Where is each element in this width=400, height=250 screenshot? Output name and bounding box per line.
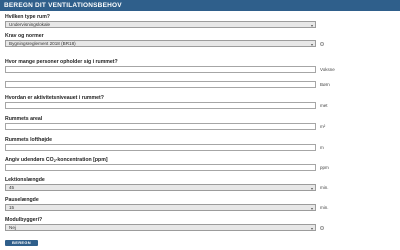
room-type-select[interactable]: Undervisningslokale ▾: [5, 21, 316, 28]
children-input[interactable]: [5, 81, 316, 88]
chevron-down-icon: ▾: [310, 185, 313, 191]
children-unit: Børn: [320, 82, 330, 87]
lesson-value: 45: [9, 185, 15, 190]
break-value: 15: [9, 205, 15, 210]
chevron-down-icon: ▾: [310, 225, 313, 231]
chevron-down-icon: ▾: [310, 41, 313, 47]
modular-label: Modulbyggeri?: [5, 217, 43, 223]
activity-input[interactable]: [5, 102, 316, 109]
modular-value: Nej: [9, 225, 16, 230]
height-input[interactable]: [5, 144, 316, 151]
requirements-select[interactable]: Bygningsreglement 2018 (BR18) ▾: [5, 40, 316, 47]
help-circle-icon[interactable]: [320, 226, 324, 230]
calculate-button-label: BEREGN: [12, 240, 31, 245]
calculate-button[interactable]: BEREGN: [5, 240, 38, 246]
requirements-value: Bygningsreglement 2018 (BR18): [9, 41, 76, 46]
activity-label: Hvordan er aktivitetsniveauet i rummet?: [5, 95, 104, 101]
lesson-select[interactable]: 45 ▾: [5, 184, 316, 191]
room-type-label: Hvilken type rum?: [5, 14, 50, 20]
adults-input[interactable]: [5, 66, 316, 73]
modular-select[interactable]: Nej ▾: [5, 224, 316, 231]
activity-unit: met: [320, 103, 328, 108]
header-bar: BEREGN DIT VENTILATIONSBEHOV: [0, 0, 400, 11]
requirements-label: Krav og normer: [5, 33, 44, 39]
persons-label: Hvor mange personer opholder sig i rumme…: [5, 59, 118, 65]
chevron-down-icon: ▾: [310, 205, 313, 211]
help-circle-icon[interactable]: [320, 42, 324, 46]
co2-unit: ppm: [320, 165, 329, 170]
height-label: Rummets lofthøjde: [5, 137, 52, 143]
break-label: Pauselængde: [5, 197, 39, 203]
height-unit: m: [320, 145, 324, 150]
lesson-label: Lektionslængde: [5, 177, 45, 183]
adults-unit: Voksne: [320, 67, 335, 72]
chevron-down-icon: ▾: [310, 22, 313, 28]
page-title: BEREGN DIT VENTILATIONSBEHOV: [4, 2, 122, 9]
co2-input[interactable]: [5, 164, 316, 171]
break-unit: min.: [320, 205, 329, 210]
co2-label: Angiv udendørs CO2-koncentration [ppm]: [5, 157, 108, 163]
area-label: Rummets areal: [5, 116, 43, 122]
lesson-unit: min.: [320, 185, 329, 190]
area-input[interactable]: [5, 123, 316, 130]
break-select[interactable]: 15 ▾: [5, 204, 316, 211]
area-unit: m²: [320, 124, 326, 129]
room-type-value: Undervisningslokale: [9, 22, 51, 27]
